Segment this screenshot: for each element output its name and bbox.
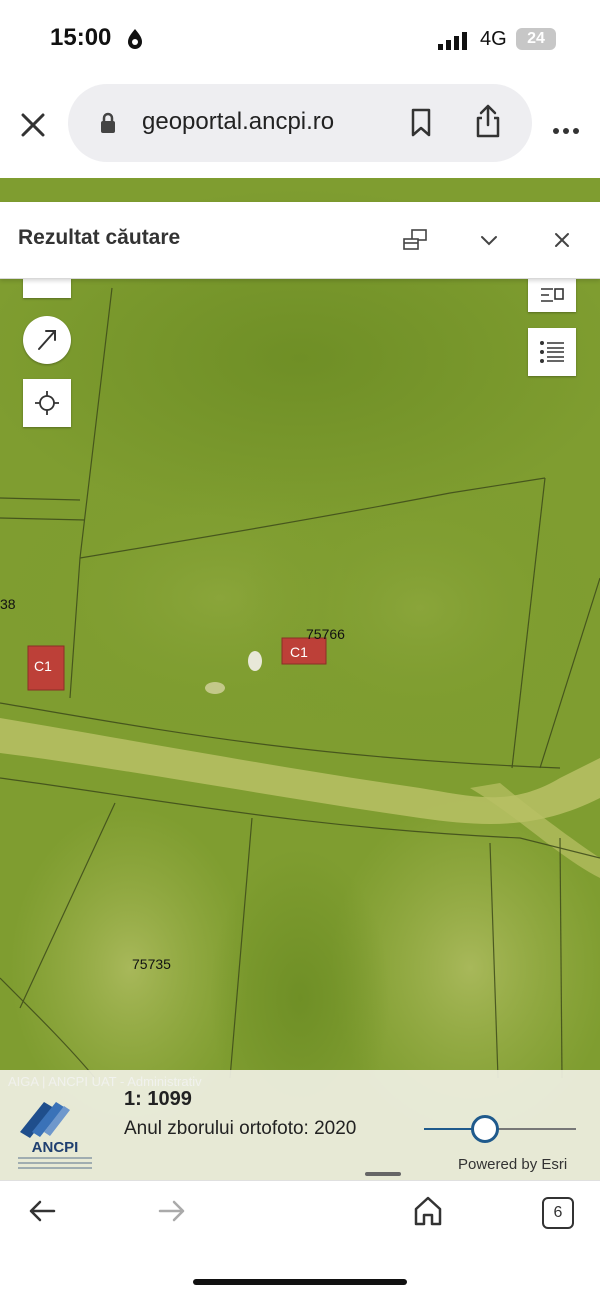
- battery-icon: 24: [516, 28, 556, 50]
- url-text: geoportal.ancpi.ro: [142, 108, 335, 135]
- map-scale: 1: 1099: [124, 1088, 192, 1110]
- chevron-down-icon[interactable]: [480, 234, 498, 252]
- url-field[interactable]: geoportal.ancpi.ro: [68, 84, 532, 162]
- network-type: 4G: [480, 28, 507, 50]
- zoom-control-button[interactable]: [23, 278, 71, 298]
- back-icon[interactable]: [28, 1199, 56, 1228]
- signal-icon: [438, 32, 468, 55]
- legend-icon: [541, 288, 564, 302]
- browser-toolbar: 6: [0, 1180, 600, 1298]
- slider-thumb[interactable]: [470, 1115, 499, 1143]
- arrow-icon: [38, 330, 56, 350]
- building-label: C1: [34, 658, 52, 674]
- search-result-panel: Rezultat căutare: [0, 202, 600, 279]
- location-icon: [126, 28, 144, 55]
- ortho-year-slider[interactable]: [424, 1115, 576, 1143]
- parcel-label: 75766: [306, 626, 345, 642]
- home-icon[interactable]: [412, 1195, 444, 1232]
- layer-info-button[interactable]: [528, 278, 576, 312]
- parcel-label: 75735: [132, 956, 171, 972]
- status-time: 15:00: [50, 24, 112, 51]
- ortho-year-label: Anul zborului ortofoto: 2020: [124, 1118, 357, 1139]
- home-indicator: [193, 1279, 407, 1285]
- building-label: C1: [290, 644, 308, 660]
- panel-title: Rezultat căutare: [18, 226, 181, 249]
- crosshair-icon: [35, 391, 59, 415]
- locate-button[interactable]: [23, 379, 71, 427]
- ancpi-logo: ANCPI: [14, 1096, 96, 1176]
- share-icon[interactable]: [474, 104, 502, 143]
- tabs-button[interactable]: 6: [542, 1197, 574, 1229]
- powered-by: Powered by Esri: [458, 1156, 568, 1173]
- bookmark-icon[interactable]: [410, 108, 432, 143]
- parcel-label: 38: [0, 596, 16, 612]
- more-icon[interactable]: [552, 122, 580, 140]
- close-icon[interactable]: [20, 112, 46, 143]
- map-attribution: AIGA | ANCPI UAT - Administrativ: [8, 1074, 202, 1089]
- list-button[interactable]: [528, 328, 576, 376]
- orthophoto-map: [0, 178, 600, 1180]
- browser-address-bar: geoportal.ancpi.ro: [0, 78, 600, 178]
- map-view[interactable]: 38 75766 75735 C1 C1: [0, 178, 600, 1180]
- status-bar: 15:00 4G 24: [0, 0, 600, 78]
- dock-icon[interactable]: [402, 228, 428, 257]
- logo-text: ANCPI: [32, 1139, 79, 1156]
- drag-handle[interactable]: [365, 1172, 401, 1176]
- forward-icon[interactable]: [158, 1199, 186, 1228]
- close-icon[interactable]: [554, 232, 570, 253]
- map-info-bar: AIGA | ANCPI UAT - Administrativ ANCPI 1…: [0, 1070, 600, 1180]
- north-arrow-button[interactable]: [23, 316, 71, 364]
- list-icon: [540, 341, 564, 363]
- lock-icon: [100, 112, 116, 139]
